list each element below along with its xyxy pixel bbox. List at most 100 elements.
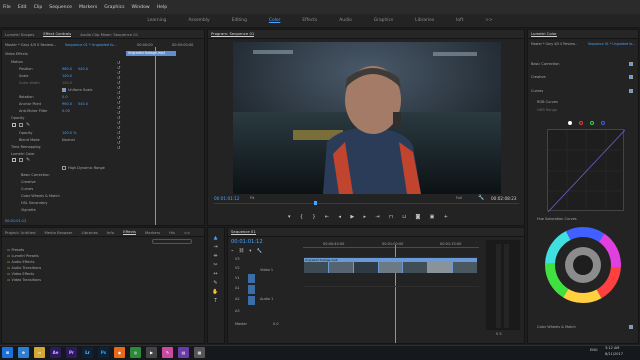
ec-clip-bar[interactable]: Ungraded footage.mp4 <box>126 51 176 56</box>
selection-tool-icon[interactable]: ▲ <box>212 235 219 241</box>
pen-tool-icon[interactable]: ✎ <box>212 280 219 286</box>
premiere-pro-icon[interactable]: Pr <box>66 347 77 358</box>
lumetri-rgb-curves[interactable]: RGB Curves <box>537 100 558 104</box>
workspace-graphics[interactable]: Graphics <box>363 18 404 23</box>
lumetri-color-wheels-match[interactable]: Color Wheels & Match <box>537 325 576 329</box>
step-back-icon[interactable]: ◂ <box>338 213 341 221</box>
track-a2[interactable]: A2 <box>235 297 240 301</box>
ec-hdr-checkbox[interactable] <box>62 166 66 170</box>
lumetri-mask-pen-icon[interactable]: ✎ <box>26 157 30 163</box>
ec-position-x[interactable]: 960.0 <box>62 67 72 71</box>
lumetri-curves[interactable]: Curves <box>531 89 543 93</box>
workspace-learning[interactable]: Learning <box>136 18 177 23</box>
mask-pen-icon[interactable]: ✎ <box>26 122 30 128</box>
lumetri-creative-checkbox[interactable] <box>629 75 633 79</box>
windows-start-icon[interactable]: ⊞ <box>2 347 13 358</box>
tab-more[interactable]: >> <box>184 230 190 235</box>
taskbar-language[interactable]: ENG <box>590 348 598 352</box>
effects-folder-video-effects[interactable]: ▭ Video Effects <box>7 272 34 276</box>
lightroom-icon[interactable]: Lr <box>82 347 93 358</box>
ec-lumetri-creative[interactable]: Creative <box>21 180 36 184</box>
linked-selection-icon[interactable]: ⛓ <box>239 249 245 255</box>
hand-tool-icon[interactable]: ✋ <box>212 289 219 295</box>
ec-rotation-value[interactable]: 0.0 <box>62 95 68 99</box>
program-scrub-bar[interactable] <box>214 203 519 204</box>
curve-channel-blue[interactable] <box>601 121 605 125</box>
tab-history[interactable]: His <box>169 230 175 235</box>
marker-icon[interactable]: ▾ <box>288 213 291 221</box>
ec-antiflicker-value[interactable]: 0.00 <box>62 109 70 113</box>
extract-icon[interactable]: ⊔ <box>402 213 406 221</box>
ec-master-label[interactable]: Master * Gary 4/5 0 Review... <box>5 43 56 47</box>
ec-motion-label[interactable]: Motion <box>11 60 23 64</box>
menu-file[interactable]: File <box>3 5 11 10</box>
tab-sequence-01[interactable]: Sequence 01 <box>231 229 256 235</box>
tab-project[interactable]: Project: Untitled <box>5 230 36 235</box>
play-icon[interactable]: ▶ <box>350 213 354 221</box>
ec-anchor-y[interactable]: 540.0 <box>78 102 88 106</box>
menu-edit[interactable]: Edit <box>18 5 27 10</box>
lumetri-curves-checkbox[interactable] <box>629 89 633 93</box>
workspace-audio[interactable]: Audio <box>328 18 362 23</box>
hue-sat-wheel[interactable] <box>545 227 621 303</box>
curve-channel-green[interactable] <box>590 121 594 125</box>
effects-folder-lumetri[interactable]: ▭ Lumetri Presets <box>7 254 39 258</box>
workspace-color[interactable]: Color <box>258 18 291 23</box>
track-v3[interactable]: V3 <box>235 257 240 261</box>
ec-anchor-x[interactable]: 960.0 <box>62 102 72 106</box>
go-to-out-icon[interactable]: ⇥ <box>375 213 379 221</box>
effects-folder-audio-transitions[interactable]: ▭ Audio Transitions <box>7 266 41 270</box>
snap-icon[interactable]: ⌁ <box>231 249 234 255</box>
mark-in-icon[interactable]: { <box>300 213 303 221</box>
tab-libraries[interactable]: Libraries <box>82 230 98 235</box>
lumetri-master-label[interactable]: Master * Gary 4/5 0 Review... <box>531 42 577 46</box>
tab-effect-controls[interactable]: Effect Controls <box>43 31 72 37</box>
ec-lumetri-basic[interactable]: Basic Correction <box>21 173 50 177</box>
program-video-frame[interactable] <box>233 42 501 194</box>
program-resolution-select[interactable]: Full <box>456 196 462 200</box>
timeline-timecode[interactable]: 00:01:01:12 <box>231 239 263 245</box>
program-fit-select[interactable]: Fit <box>250 196 254 200</box>
track-v1[interactable]: V1 <box>235 276 240 280</box>
track-select-tool-icon[interactable]: ⇥ <box>212 244 219 250</box>
ec-sequence-label[interactable]: Sequence 01 * Ungraded fo... <box>65 43 117 47</box>
taskbar-time[interactable]: 3:12 AM <box>605 346 619 350</box>
lift-icon[interactable]: ⊓ <box>389 213 393 221</box>
track-a2-target[interactable] <box>248 296 255 305</box>
rgb-curve-graph[interactable] <box>547 129 626 213</box>
workspace-libraries[interactable]: Libraries <box>404 18 445 23</box>
taskbar-date[interactable]: 8/11/2017 <box>605 352 623 356</box>
add-button-icon[interactable]: + <box>444 213 448 221</box>
ec-reset-icons[interactable]: ↺ ↺ ↺ ↺ ↺ ↺ ↺ ↺ ↺ ↺ ↺ ↺ ↺ ↺ ↺ ↺ ↺ ↺ <box>117 60 120 150</box>
step-forward-icon[interactable]: ▸ <box>364 213 367 221</box>
curve-channel-white[interactable] <box>568 121 572 125</box>
program-playhead[interactable] <box>314 201 317 205</box>
go-to-in-icon[interactable]: ⇤ <box>325 213 329 221</box>
ec-position-y[interactable]: 540.0 <box>78 67 88 71</box>
photoshop-icon[interactable]: Ps <box>98 347 109 358</box>
program-settings-icon[interactable]: 🔧 <box>478 195 484 201</box>
lumetri-mask-rectangle-icon[interactable] <box>19 158 23 162</box>
curve-channel-red[interactable] <box>579 121 583 125</box>
track-a1[interactable]: A1 <box>235 286 240 290</box>
menu-clip[interactable]: Clip <box>34 5 43 10</box>
chrome-icon[interactable]: ◎ <box>130 347 141 358</box>
ripple-edit-tool-icon[interactable]: ⇹ <box>212 253 219 259</box>
track-v2[interactable]: V2 <box>235 266 240 270</box>
lumetri-sequence-label[interactable]: Sequence 01 * Ungraded fo... <box>588 42 635 46</box>
add-marker-icon[interactable]: ▾ <box>249 249 251 255</box>
ec-scale-value[interactable]: 100.0 <box>62 74 72 78</box>
timeline-settings-icon[interactable]: 🔧 <box>256 249 261 255</box>
ec-time-remapping[interactable]: Time Remapping <box>11 145 41 149</box>
firefox-icon[interactable]: ◉ <box>114 347 125 358</box>
ec-uniform-scale-checkbox[interactable] <box>62 88 66 92</box>
ec-lumetri-color[interactable]: Lumetri Color <box>11 152 35 156</box>
ec-lumetri-wheels[interactable]: Color Wheels & Match <box>21 194 60 198</box>
media-player-icon[interactable]: ▶ <box>146 347 157 358</box>
tab-info[interactable]: Info <box>107 230 114 235</box>
mask-ellipse-icon[interactable] <box>12 123 16 127</box>
lumetri-basic-correction[interactable]: Basic Correction <box>531 62 560 66</box>
program-timecode[interactable]: 00:01:01:12 <box>214 196 240 201</box>
menu-sequence[interactable]: Sequence <box>49 5 72 10</box>
paint-icon[interactable]: ✎ <box>162 347 173 358</box>
